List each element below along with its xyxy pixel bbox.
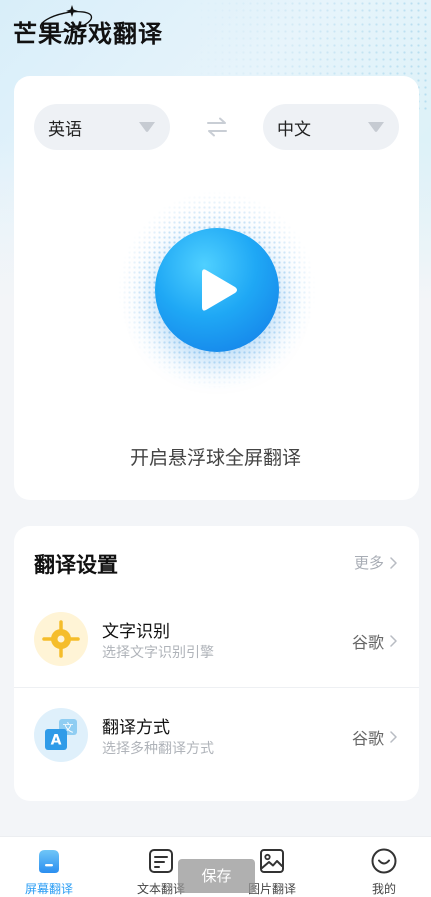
floating-ball-caption: 开启悬浮球全屏翻译 (129, 447, 301, 469)
target-language-label: 中文 (277, 119, 311, 140)
chevron-right-icon (390, 731, 397, 743)
setting-row-title: 文字识别 (102, 622, 170, 642)
start-floating-ball-button[interactable] (155, 228, 279, 352)
settings-more-link[interactable]: 更多 (354, 552, 397, 573)
setting-row-ocr[interactable]: 文字识别 选择文字识别引擎 谷歌 (14, 592, 419, 687)
save-toast: 保存 (178, 859, 255, 893)
translate-icon: 文 A (34, 708, 88, 762)
nav-label: 我的 (371, 882, 396, 896)
settings-title: 翻译设置 (34, 553, 118, 577)
chevron-right-icon (390, 556, 397, 569)
dropdown-triangle-icon (368, 122, 384, 132)
smile-icon (371, 848, 397, 874)
play-icon (202, 269, 237, 311)
nav-label: 屏幕翻译 (24, 882, 73, 896)
chevron-right-icon (390, 635, 397, 647)
translate-engine-value: 谷歌 (351, 729, 384, 748)
nav-tab-screen-translate[interactable]: 屏幕翻译 (4, 837, 94, 897)
image-icon (260, 849, 284, 873)
setting-row-subtitle: 选择文字识别引擎 (102, 645, 214, 661)
screen-icon (39, 850, 59, 873)
setting-row-title: 翻译方式 (102, 718, 170, 738)
setting-row-subtitle: 选择多种翻译方式 (102, 741, 214, 757)
ocr-target-icon (34, 612, 88, 666)
source-language-label: 英语 (48, 119, 82, 140)
setting-row-value: 谷歌 (352, 725, 397, 749)
ocr-engine-value: 谷歌 (351, 633, 384, 652)
setting-row-value: 谷歌 (352, 629, 397, 653)
svg-text:A: A (51, 733, 62, 749)
dropdown-triangle-icon (139, 122, 155, 132)
swap-languages-icon[interactable] (205, 117, 229, 137)
setting-row-translate-mode[interactable]: 文 A 翻译方式 选择多种翻译方式 谷歌 (14, 688, 419, 783)
nav-tab-mine[interactable]: 我的 (339, 837, 429, 897)
source-language-select[interactable]: 英语 (34, 104, 170, 150)
more-label: 更多 (353, 554, 384, 572)
title-orbit-decoration (39, 5, 93, 33)
target-language-select[interactable]: 中文 (263, 104, 399, 150)
play-button-area (117, 190, 317, 390)
text-doc-icon (149, 849, 173, 873)
